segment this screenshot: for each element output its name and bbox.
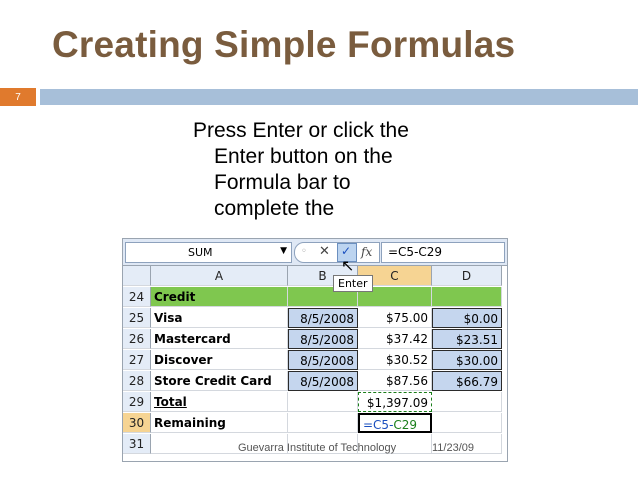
table-row: 24 Credit [123, 287, 507, 308]
formula-reference: C29 [393, 418, 418, 432]
bullet-line: Formula bar to [214, 171, 351, 194]
chevron-down-icon[interactable]: ▼ [280, 246, 287, 256]
table-row: 30 Remaining =C5-C29 [123, 413, 507, 434]
row-header[interactable]: 26 [123, 329, 151, 349]
table-row: 29 Total $1,397.09 [123, 392, 507, 413]
table-row: 26 Mastercard 8/5/2008 $37.42 $23.51 [123, 329, 507, 350]
name-box[interactable]: SUM ▼ [125, 242, 292, 263]
slide-number: 7 [0, 88, 36, 106]
cell[interactable]: Discover [151, 350, 288, 370]
cell[interactable]: Mastercard [151, 329, 288, 349]
enter-tooltip: Enter [333, 275, 373, 292]
formula-bar: SUM ▼ ◦ ✕ ✓ fx =C5-C29 [123, 239, 507, 266]
cell[interactable]: $87.56 [358, 371, 432, 391]
row-header[interactable]: 30 [123, 413, 151, 433]
formula-input[interactable]: =C5-C29 [381, 242, 505, 263]
cell[interactable]: Visa [151, 308, 288, 328]
cell[interactable]: $66.79 [432, 371, 502, 391]
cell[interactable] [288, 413, 358, 433]
column-header-d[interactable]: D [432, 266, 502, 286]
bullet-line: Press Enter or click the [193, 119, 409, 142]
formula-part: =C5- [363, 418, 394, 432]
cell[interactable]: $30.00 [432, 350, 502, 370]
cell[interactable]: $23.51 [432, 329, 502, 349]
slide-title: Creating Simple Formulas [52, 24, 516, 65]
title-rule [40, 89, 638, 105]
cell[interactable]: Store Credit Card [151, 371, 288, 391]
cell[interactable]: 8/5/2008 [288, 308, 358, 328]
row-header[interactable]: 24 [123, 287, 151, 307]
footer-date: 11/23/09 [432, 442, 475, 454]
row-header[interactable]: 29 [123, 392, 151, 412]
cell[interactable] [432, 413, 502, 433]
name-box-value: SUM [188, 246, 213, 259]
bullet-text: Press Enter or click the Enter button on… [193, 118, 493, 222]
bullet-line: complete the [214, 197, 335, 220]
cell[interactable]: $75.00 [358, 308, 432, 328]
insert-function-button[interactable]: fx [361, 245, 372, 259]
cell[interactable] [288, 392, 358, 412]
footer-text: Guevarra Institute of Technology [238, 442, 397, 454]
excel-screenshot: SUM ▼ ◦ ✕ ✓ fx =C5-C29 Enter ↖ A B C D 2… [122, 238, 508, 462]
table-row: 28 Store Credit Card 8/5/2008 $87.56 $66… [123, 371, 507, 392]
formula-buttons: ◦ ✕ ✓ fx [294, 242, 380, 263]
cell[interactable]: $30.52 [358, 350, 432, 370]
cancel-button[interactable]: ✕ [319, 244, 330, 259]
row-header[interactable]: 28 [123, 371, 151, 391]
cell[interactable]: Credit [151, 287, 288, 307]
cell[interactable] [432, 392, 502, 412]
cell[interactable]: Total [151, 392, 288, 412]
mouse-pointer-icon: ↖ [341, 256, 355, 275]
cell[interactable]: 8/5/2008 [288, 329, 358, 349]
bullet-line: Enter button on the [214, 145, 393, 168]
cell[interactable]: $0.00 [432, 308, 502, 328]
cell[interactable]: $1,397.09 [358, 392, 432, 412]
cell[interactable]: 8/5/2008 [288, 350, 358, 370]
active-cell[interactable]: =C5-C29 [358, 413, 432, 433]
row-header[interactable]: 27 [123, 350, 151, 370]
cell[interactable]: Remaining [151, 413, 288, 433]
column-header-a[interactable]: A [151, 266, 288, 286]
cell[interactable]: 8/5/2008 [288, 371, 358, 391]
cell[interactable] [432, 287, 502, 307]
table-row: 25 Visa 8/5/2008 $75.00 $0.00 [123, 308, 507, 329]
cell[interactable]: $37.42 [358, 329, 432, 349]
row-header[interactable]: 31 [123, 434, 151, 454]
table-row: 27 Discover 8/5/2008 $30.52 $30.00 [123, 350, 507, 371]
circle-icon: ◦ [301, 246, 307, 257]
formula-value: =C5-C29 [388, 245, 443, 259]
row-header[interactable]: 25 [123, 308, 151, 328]
select-all-corner[interactable] [123, 266, 151, 286]
column-header-row: A B C D [123, 266, 507, 287]
